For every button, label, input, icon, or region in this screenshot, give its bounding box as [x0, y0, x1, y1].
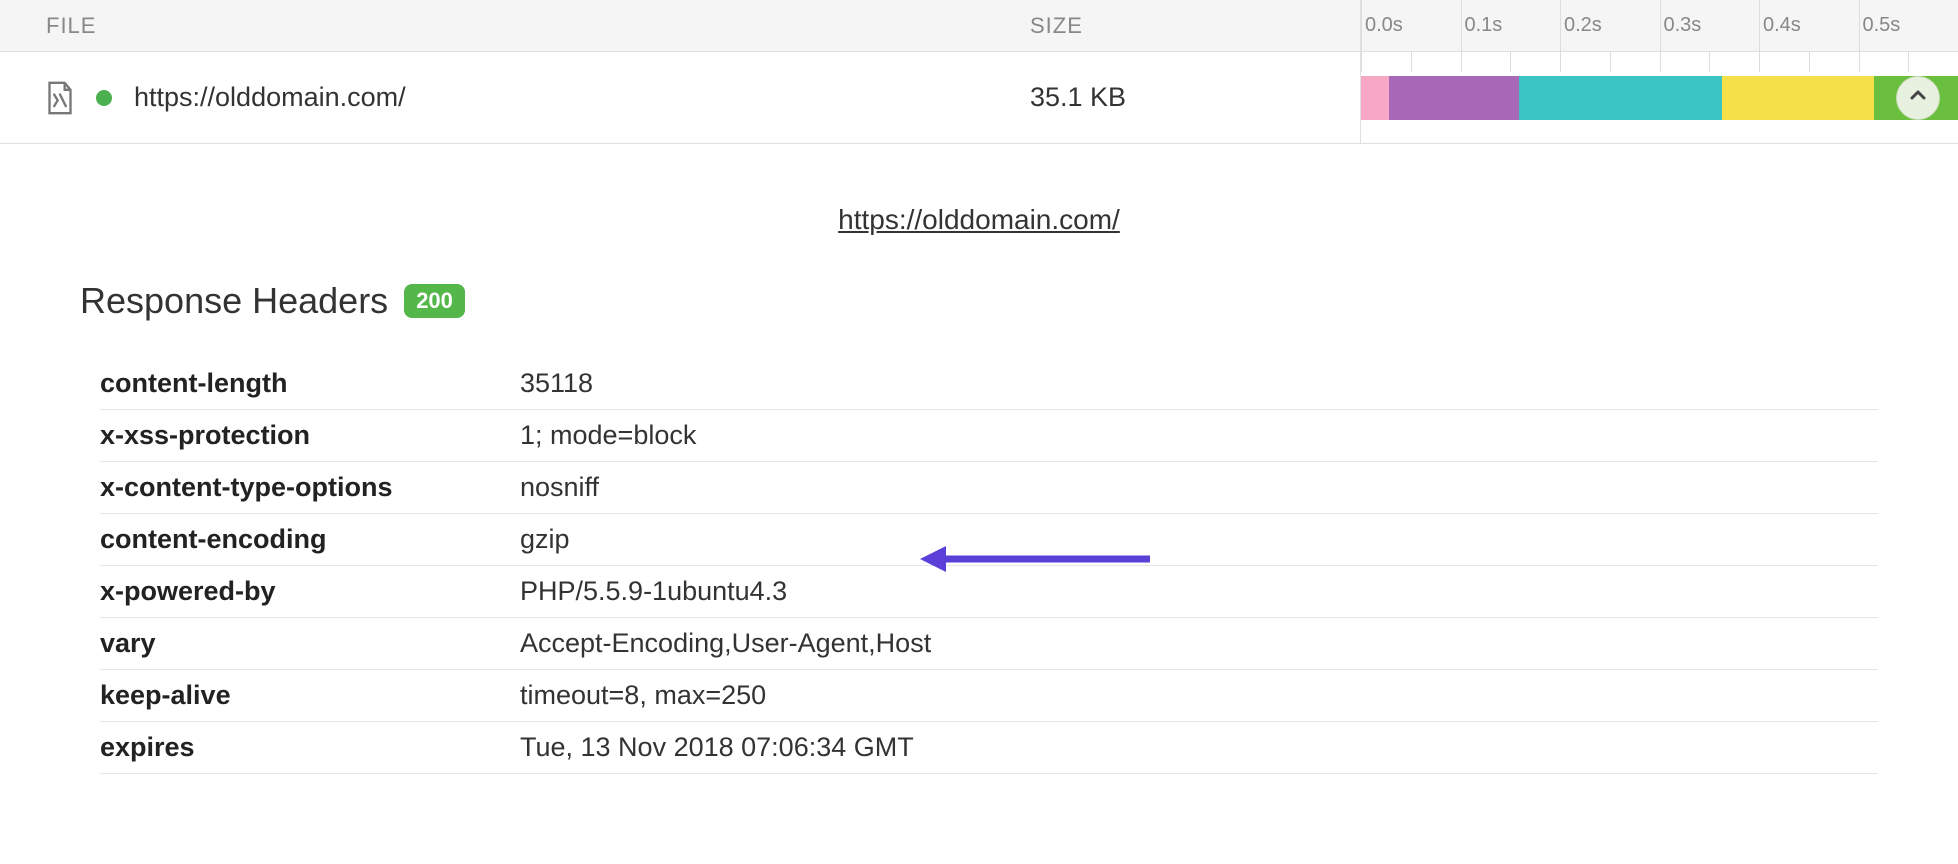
timing-bar: [1361, 76, 1958, 120]
document-icon: [46, 81, 74, 115]
headers-table: content-length35118x-xss-protection1; mo…: [100, 358, 1878, 774]
table-header: FILE SIZE 0.0s0.1s0.2s0.3s0.4s0.5s0.6: [0, 0, 1958, 52]
file-cell: https://olddomain.com/: [0, 81, 1030, 115]
header-row: expiresTue, 13 Nov 2018 07:06:34 GMT: [100, 722, 1878, 774]
header-key: keep-alive: [100, 680, 520, 711]
chevron-up-icon: [1908, 84, 1928, 112]
timing-segment: [1519, 76, 1722, 120]
size-value: 35.1 KB: [1030, 82, 1360, 113]
timeline-tick: 0.0s: [1361, 0, 1403, 51]
timeline-tick: 0.2s: [1560, 0, 1602, 51]
timeline-tick: 0.5s: [1859, 0, 1901, 51]
header-row: x-content-type-optionsnosniff: [100, 462, 1878, 514]
header-key: expires: [100, 732, 520, 763]
header-value: gzip: [520, 524, 570, 555]
timing-segment: [1361, 76, 1389, 120]
section-title-text: Response Headers: [80, 280, 388, 322]
header-value: Tue, 13 Nov 2018 07:06:34 GMT: [520, 732, 914, 763]
timeline-tick: 0.3s: [1660, 0, 1702, 51]
header-key: x-powered-by: [100, 576, 520, 607]
header-value: timeout=8, max=250: [520, 680, 766, 711]
header-row: x-xss-protection1; mode=block: [100, 410, 1878, 462]
timing-segment: [1722, 76, 1874, 120]
header-row: content-encodinggzip: [100, 514, 1878, 566]
request-row[interactable]: https://olddomain.com/ 35.1 KB: [0, 52, 1958, 144]
collapse-button[interactable]: [1896, 76, 1940, 120]
timeline-tick: 0.4s: [1759, 0, 1801, 51]
header-row: varyAccept-Encoding,User-Agent,Host: [100, 618, 1878, 670]
details-url-link[interactable]: https://olddomain.com/: [80, 204, 1878, 236]
header-key: content-length: [100, 368, 520, 399]
column-header-file: FILE: [0, 13, 1030, 39]
header-row: content-length35118: [100, 358, 1878, 410]
network-panel: FILE SIZE 0.0s0.1s0.2s0.3s0.4s0.5s0.6 ht…: [0, 0, 1958, 774]
header-value: Accept-Encoding,User-Agent,Host: [520, 628, 931, 659]
header-value: PHP/5.5.9-1ubuntu4.3: [520, 576, 787, 607]
request-url: https://olddomain.com/: [134, 82, 406, 113]
header-key: x-content-type-options: [100, 472, 520, 503]
timeline-tick-label: 0.3s: [1660, 14, 1702, 37]
header-row: keep-alivetimeout=8, max=250: [100, 670, 1878, 722]
header-key: content-encoding: [100, 524, 520, 555]
timing-segment: [1389, 76, 1519, 120]
timeline-header: 0.0s0.1s0.2s0.3s0.4s0.5s0.6: [1360, 0, 1958, 51]
timeline-tick: 0.1s: [1461, 0, 1503, 51]
timeline-tick-label: 0.4s: [1759, 14, 1801, 37]
timeline-tick-label: 0.1s: [1461, 14, 1503, 37]
timeline-tick-label: 0.0s: [1361, 14, 1403, 37]
timeline-tick-label: 0.2s: [1560, 14, 1602, 37]
header-row: x-powered-byPHP/5.5.9-1ubuntu4.3: [100, 566, 1878, 618]
header-value: 35118: [520, 368, 593, 399]
header-value: 1; mode=block: [520, 420, 696, 451]
header-key: vary: [100, 628, 520, 659]
timeline-cell: [1360, 52, 1958, 143]
header-value: nosniff: [520, 472, 599, 503]
column-header-size: SIZE: [1030, 13, 1360, 39]
response-headers-title: Response Headers 200: [80, 280, 1878, 322]
details-panel: https://olddomain.com/ Response Headers …: [0, 144, 1958, 774]
status-badge: 200: [404, 284, 465, 318]
timeline-tick-label: 0.5s: [1859, 14, 1901, 37]
header-key: x-xss-protection: [100, 420, 520, 451]
status-indicator-icon: [96, 90, 112, 106]
